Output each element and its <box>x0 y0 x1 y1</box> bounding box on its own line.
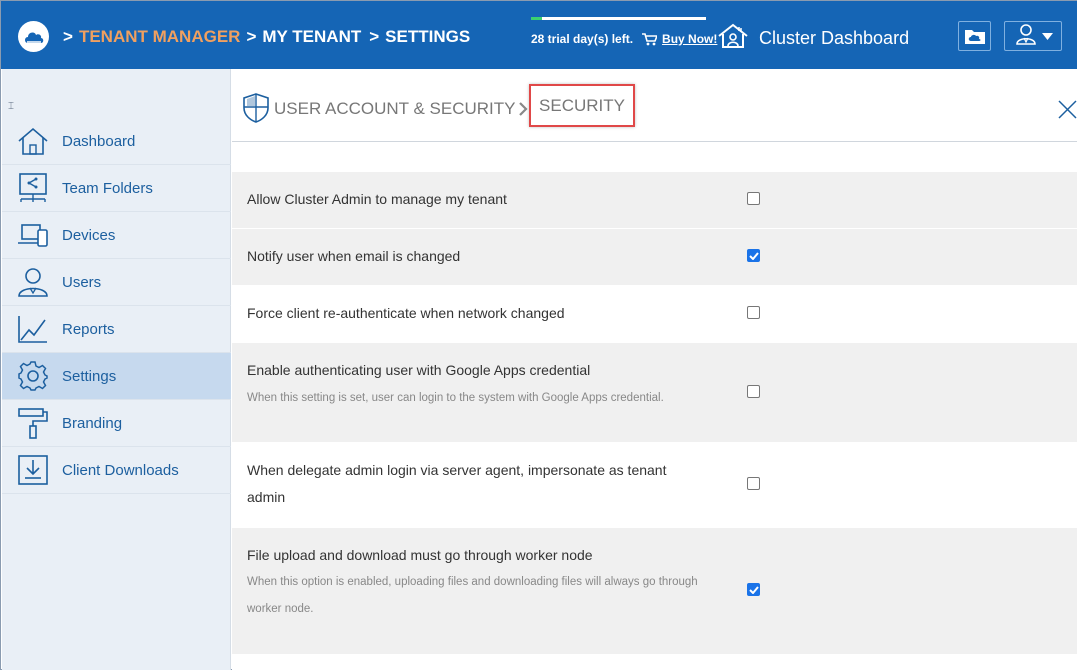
setting-checkbox-notify-email-change[interactable] <box>747 249 760 262</box>
reports-icon <box>16 312 50 346</box>
sidebar-item-reports[interactable]: Reports <box>2 306 231 353</box>
sidebar-item-branding[interactable]: Branding <box>2 400 231 447</box>
setting-label: When delegate admin login via server age… <box>247 462 667 505</box>
sidebar-item-dashboard[interactable]: Dashboard <box>2 118 231 165</box>
breadcrumb-separator: > <box>369 27 380 46</box>
setting-checkbox-allow-cluster-admin[interactable] <box>747 192 760 205</box>
users-icon <box>16 265 50 299</box>
sidebar-item-client-downloads[interactable]: Client Downloads <box>2 447 231 494</box>
sidebar-collapse-icon[interactable]: ⌶ <box>8 101 14 112</box>
paint-roller-icon <box>16 406 50 440</box>
sidebar-item-users[interactable]: Users <box>2 259 231 306</box>
breadcrumb-tenant-manager[interactable]: TENANT MANAGER <box>79 27 241 47</box>
gear-icon <box>16 359 50 393</box>
setting-row-force-reauth: Force client re-authenticate when networ… <box>232 286 1077 343</box>
sidebar-item-label: Devices <box>62 226 116 244</box>
breadcrumb-security-current: SECURITY <box>529 84 635 127</box>
security-settings-list: Allow Cluster Admin to manage my tenant … <box>232 172 1077 655</box>
breadcrumb-settings: SETTINGS <box>385 27 471 46</box>
devices-icon <box>16 218 50 252</box>
setting-checkbox-force-reauth[interactable] <box>747 306 760 319</box>
trial-progress-fill <box>531 17 542 20</box>
sidebar-item-label: Dashboard <box>62 132 136 150</box>
setting-label: Enable authenticating user with Google A… <box>247 362 591 378</box>
sidebar-item-label: Client Downloads <box>62 461 179 479</box>
cart-icon <box>642 32 658 46</box>
sidebar-item-label: Reports <box>62 320 115 338</box>
chevron-right-icon <box>519 102 528 121</box>
cluster-dashboard-link[interactable]: Cluster Dashboard <box>717 23 909 54</box>
cluster-house-icon <box>717 23 749 54</box>
breadcrumb-separator: > <box>246 27 257 46</box>
setting-label: Allow Cluster Admin to manage my tenant <box>247 191 507 207</box>
sidebar-item-settings[interactable]: Settings <box>2 353 231 400</box>
setting-checkbox-worker-node[interactable] <box>747 583 760 596</box>
breadcrumb-separator: > <box>63 27 73 46</box>
cloud-logo-icon[interactable] <box>18 21 49 52</box>
trial-progress-bar <box>531 17 706 20</box>
trial-days-text: 28 trial day(s) left. <box>531 32 634 46</box>
setting-checkbox-delegate-impersonate[interactable] <box>747 477 760 490</box>
sidebar-item-label: Branding <box>62 414 123 432</box>
setting-row-allow-cluster-admin: Allow Cluster Admin to manage my tenant <box>232 172 1077 229</box>
setting-checkbox-google-apps-auth[interactable] <box>747 385 760 398</box>
user-menu-button[interactable] <box>1004 21 1062 51</box>
sidebar-nav: Dashboard Team Folders Devices Users Rep… <box>2 118 231 494</box>
page-title-bar: USER ACCOUNT & SECURITY SECURITY <box>232 69 1077 142</box>
setting-row-notify-email-change: Notify user when email is changed <box>232 229 1077 286</box>
sidebar-item-devices[interactable]: Devices <box>2 212 231 259</box>
trial-info: 28 trial day(s) left. Buy Now! <box>531 32 717 46</box>
caret-down-icon <box>1041 27 1053 45</box>
setting-description: When this setting is set, user can login… <box>247 392 664 404</box>
setting-label: File upload and download must go through… <box>247 547 593 563</box>
breadcrumb-my-tenant[interactable]: MY TENANT <box>262 27 361 47</box>
sidebar-item-label: Team Folders <box>62 179 153 197</box>
setting-label: Force client re-authenticate when networ… <box>247 305 565 321</box>
setting-row-delegate-impersonate: When delegate admin login via server age… <box>232 443 1077 528</box>
setting-label: Notify user when email is changed <box>247 248 461 264</box>
setting-description: When this option is enabled, uploading f… <box>247 576 698 615</box>
team-folders-icon <box>16 171 50 205</box>
breadcrumb-user-account-security[interactable]: USER ACCOUNT & SECURITY <box>274 99 516 119</box>
sidebar-item-label: Settings <box>62 367 117 385</box>
sidebar: ⌶ Dashboard Team Folders Devices Users R… <box>2 69 231 670</box>
top-header: > TENANT MANAGER > MY TENANT > SETTINGS … <box>1 1 1077 69</box>
download-icon <box>16 453 50 487</box>
setting-row-google-apps-auth: Enable authenticating user with Google A… <box>232 343 1077 443</box>
sidebar-item-label: Users <box>62 273 102 291</box>
security-shield-icon <box>243 93 269 128</box>
close-icon[interactable] <box>1058 100 1077 124</box>
cloud-folder-button[interactable] <box>958 21 991 51</box>
cluster-dashboard-label: Cluster Dashboard <box>759 28 910 48</box>
setting-row-worker-node: File upload and download must go through… <box>232 528 1077 655</box>
buy-now-link[interactable]: Buy Now! <box>662 32 717 46</box>
user-account-icon <box>1014 22 1038 51</box>
main-content: USER ACCOUNT & SECURITY SECURITY Allow C… <box>232 69 1077 670</box>
home-icon <box>16 124 50 158</box>
header-breadcrumb: > TENANT MANAGER > MY TENANT > SETTINGS <box>63 27 470 47</box>
sidebar-item-team-folders[interactable]: Team Folders <box>2 165 231 212</box>
